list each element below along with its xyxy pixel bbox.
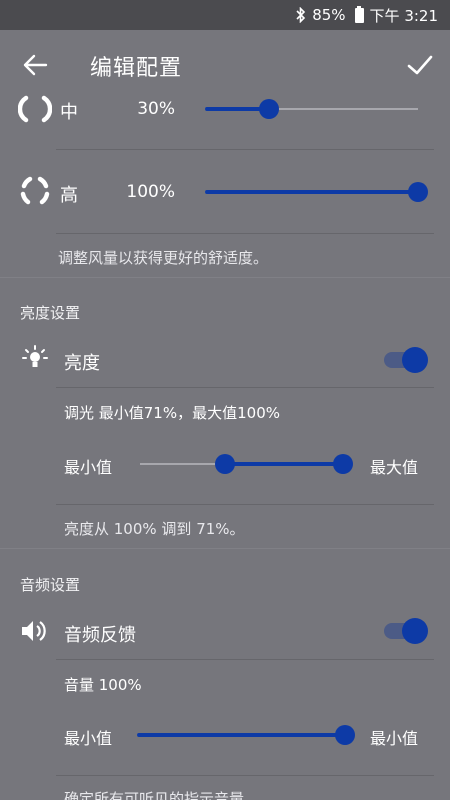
dimming-range-text: 调光 最小值71%，最大值100% xyxy=(64,404,280,422)
volume-min-label: 最小值 xyxy=(64,729,113,748)
brightness-section-header: 亮度设置 xyxy=(20,304,81,322)
divider xyxy=(56,775,434,776)
audio-helper-text: 确定所有可听见的指示音量 xyxy=(64,790,245,800)
audio-feedback-toggle[interactable] xyxy=(384,617,428,645)
divider xyxy=(56,659,434,660)
fan-high-slider-fill xyxy=(205,190,418,194)
divider xyxy=(56,504,434,505)
volume-text: 音量 100% xyxy=(64,676,142,694)
brightness-range-fill xyxy=(225,462,343,466)
brightness-helper-text: 亮度从 100% 调到 71%。 xyxy=(64,520,245,538)
audio-section-header: 音频设置 xyxy=(20,576,81,594)
status-time: 下午 3:21 xyxy=(369,6,438,25)
fan-level-label: 中 xyxy=(60,102,78,123)
divider xyxy=(56,387,434,388)
fan-level-value: 100% xyxy=(126,182,175,202)
volume-slider-knob[interactable] xyxy=(335,725,355,745)
divider xyxy=(56,233,434,234)
section-divider xyxy=(0,548,450,549)
divider xyxy=(56,149,434,150)
volume-max-label: 最小值 xyxy=(370,729,419,748)
fan-high-icon xyxy=(20,176,50,205)
status-bar: 85% 下午 3:21 xyxy=(0,0,450,30)
battery-percent: 85% xyxy=(312,6,346,24)
fan-helper-text: 调整风量以获得更好的舒适度。 xyxy=(58,249,269,267)
page-title: 编辑配置 xyxy=(90,56,183,81)
fan-level-value: 30% xyxy=(137,99,175,119)
fan-high-slider-knob[interactable] xyxy=(408,182,428,202)
lightbulb-icon xyxy=(22,345,48,367)
brightness-min-label: 最小值 xyxy=(64,458,113,477)
brightness-max-label: 最大值 xyxy=(370,458,419,477)
check-icon[interactable] xyxy=(406,52,434,78)
speaker-icon xyxy=(22,621,46,641)
brightness-toggle[interactable] xyxy=(384,346,428,374)
section-divider xyxy=(0,277,450,278)
app-bar: 编辑配置 xyxy=(0,30,450,102)
fan-medium-slider-knob[interactable] xyxy=(258,99,279,119)
bluetooth-icon xyxy=(296,7,306,23)
arrow-left-icon[interactable] xyxy=(22,52,48,78)
audio-feedback-label: 音频反馈 xyxy=(64,625,136,646)
volume-slider-fill xyxy=(137,733,345,737)
brightness-label: 亮度 xyxy=(64,353,100,374)
fan-medium-icon xyxy=(18,95,52,123)
brightness-min-knob[interactable] xyxy=(215,454,236,474)
fan-level-label: 高 xyxy=(60,185,78,206)
battery-icon xyxy=(352,5,364,23)
brightness-max-knob[interactable] xyxy=(332,454,353,474)
